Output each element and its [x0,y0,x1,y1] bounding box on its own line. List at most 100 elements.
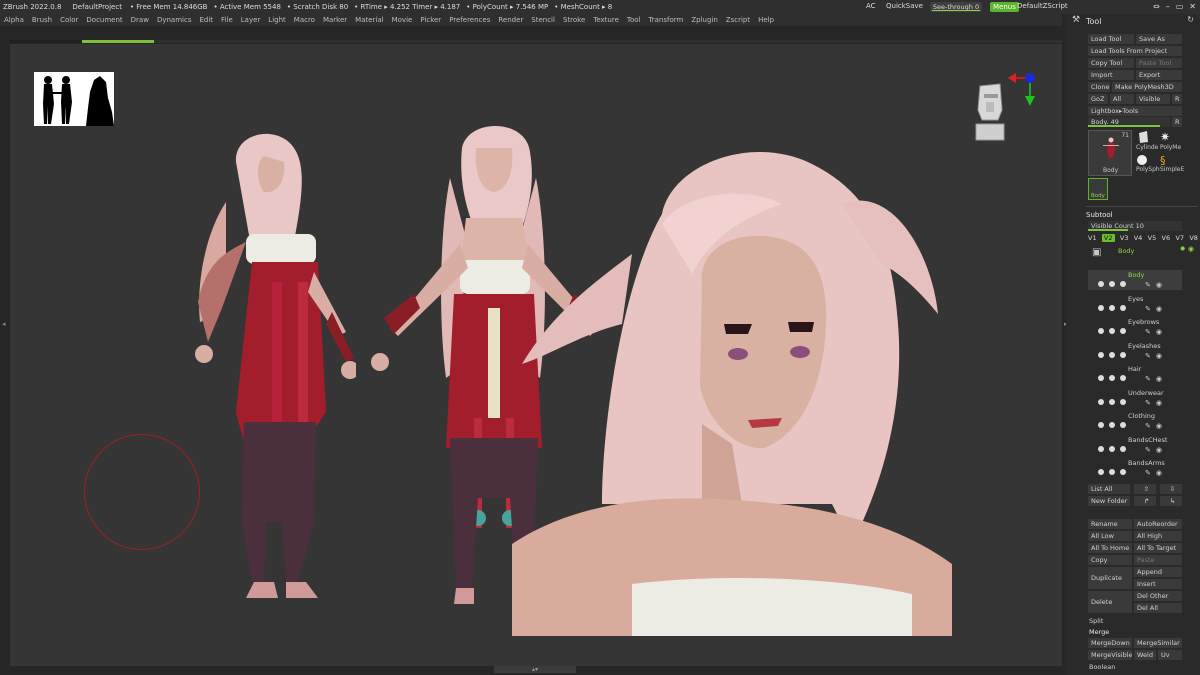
menus-button[interactable]: Menus [990,2,1019,12]
body-small-thumb[interactable]: Body [1088,178,1108,200]
menu-tool[interactable]: Tool [623,16,645,24]
polyframe-dot-icon[interactable] [1109,445,1115,452]
subtool-item-clothing[interactable]: Clothing ✎ ◉ [1088,411,1182,431]
cylinder-tool-thumb[interactable]: Cylinde [1136,130,1158,152]
insert-button[interactable]: Insert [1134,579,1182,589]
eye-icon[interactable]: ◉ [1156,305,1162,313]
see-through-slider[interactable]: See-through 0 [930,2,982,12]
visibility-dot-icon[interactable] [1098,281,1104,287]
auto-reorder-button[interactable]: AutoReorder [1134,519,1182,529]
vset-tab-v2[interactable]: V2 [1101,234,1115,242]
polyframe-dot-icon[interactable] [1109,304,1115,311]
move-folder-down-button[interactable]: ↳ [1160,496,1182,506]
export-button[interactable]: Export [1136,70,1182,80]
menu-dynamics[interactable]: Dynamics [153,16,196,24]
default-zscript-button[interactable]: DefaultZScript [1017,2,1068,10]
clone-button[interactable]: Clone [1088,82,1110,92]
close-icon[interactable]: ✕ [1189,2,1196,11]
menu-material[interactable]: Material [351,16,387,24]
eye-icon[interactable]: ◉ [1156,399,1162,407]
all-high-button[interactable]: All High [1134,531,1182,541]
subtool-item-hair[interactable]: Hair ✎ ◉ [1088,364,1182,384]
menu-preferences[interactable]: Preferences [445,16,494,24]
merge-visible-button[interactable]: MergeVisible [1088,650,1132,660]
menu-alpha[interactable]: Alpha [0,16,28,24]
menu-file[interactable]: File [217,16,237,24]
brush-icon[interactable]: ✎ [1145,305,1151,313]
menu-zscript[interactable]: Zscript [722,16,754,24]
visibility-dot-icon[interactable] [1098,304,1104,311]
all-to-target-button[interactable]: All To Target [1134,543,1182,553]
visibility-dot-icon[interactable] [1098,469,1104,475]
visibility-dot-icon[interactable] [1098,398,1104,405]
visibility-dot-icon[interactable] [1098,422,1104,428]
solo-dot-icon[interactable] [1120,445,1126,452]
brush-icon[interactable]: ✎ [1145,281,1151,289]
load-tools-from-project-button[interactable]: Load Tools From Project [1088,46,1182,56]
vset-tab-v5[interactable]: V5 [1148,234,1157,242]
bottom-tray-handle[interactable]: ▴▾ [494,666,576,673]
brush-icon[interactable]: ✎ [1145,328,1151,336]
save-as-button[interactable]: Save As [1136,34,1182,44]
del-other-button[interactable]: Del Other [1134,591,1182,601]
maximize-icon[interactable]: ▭ [1176,2,1184,11]
visibility-dot-icon[interactable] [1098,375,1104,381]
menu-help[interactable]: Help [754,16,778,24]
polysphere-tool-thumb[interactable]: PolySph [1136,154,1160,176]
new-folder-button[interactable]: New Folder [1088,496,1130,506]
move-up-button[interactable]: ⇧ [1134,484,1156,494]
list-all-button[interactable]: List All [1088,484,1130,494]
menu-edit[interactable]: Edit [195,16,217,24]
merge-similar-button[interactable]: MergeSimilar [1134,638,1182,648]
brush-icon[interactable]: ✎ [1145,375,1151,383]
canvas-viewport[interactable] [10,44,1062,666]
vset-tab-v1[interactable]: V1 [1088,234,1097,242]
vset-tab-v3[interactable]: V3 [1120,234,1129,242]
vset-tab-v6[interactable]: V6 [1162,234,1171,242]
subtool-item-bandsarms[interactable]: BandsArms ✎ ◉ [1088,458,1182,478]
menu-layer[interactable]: Layer [237,16,265,24]
menu-texture[interactable]: Texture [589,16,623,24]
append-button[interactable]: Append [1134,567,1182,577]
refresh-icon[interactable]: ↻ [1187,15,1194,24]
visibility-dot-icon[interactable] [1098,445,1104,452]
menu-color[interactable]: Color [56,16,82,24]
solo-dot-icon[interactable] [1120,422,1126,428]
menu-stroke[interactable]: Stroke [559,16,589,24]
menu-render[interactable]: Render [494,16,527,24]
vset-tab-v4[interactable]: V4 [1134,234,1143,242]
rename-button[interactable]: Rename [1088,519,1132,529]
tool-body-slider[interactable]: Body. 49 [1088,117,1170,127]
brush-icon[interactable]: ✎ [1145,352,1151,360]
left-tray-handle[interactable]: ◂ [2,320,6,328]
solo-dot-icon[interactable] [1120,281,1126,287]
eye-icon[interactable]: ◉ [1156,281,1162,289]
polyframe-dot-icon[interactable] [1109,375,1115,381]
subtool-item-eyes[interactable]: Eyes ✎ ◉ [1088,294,1182,314]
current-tool-thumbnail[interactable]: 71 Body [1088,130,1132,176]
menu-macro[interactable]: Macro [290,16,319,24]
doc-tab-2-active[interactable] [82,40,154,43]
copy-subtool-button[interactable]: Copy [1088,555,1132,565]
slider-r-button[interactable]: R [1172,117,1182,127]
brush-icon[interactable]: ✎ [1145,422,1151,430]
solo-dot-icon[interactable] [1120,375,1126,381]
lightbox-tools-button[interactable]: Lightbox▸Tools [1088,106,1182,116]
all-low-button[interactable]: All Low [1088,531,1132,541]
subtool-item-bandschest[interactable]: BandsCHest ✎ ◉ [1088,435,1182,455]
eye-icon[interactable]: ◉ [1156,375,1162,383]
brush-icon[interactable]: ✎ [1145,446,1151,454]
subtool-item-eyelashes[interactable]: Eyelashes ✎ ◉ [1088,341,1182,361]
goz-visible-button[interactable]: Visible [1136,94,1170,104]
boolean-section[interactable]: Boolean [1086,662,1182,672]
paste-tool-button[interactable]: Paste Tool [1136,58,1182,68]
polyframe-dot-icon[interactable] [1109,351,1115,358]
doc-tab-1[interactable] [10,40,82,43]
minimize-icon[interactable]: – [1166,2,1170,11]
menu-draw[interactable]: Draw [127,16,153,24]
load-tool-button[interactable]: Load Tool [1088,34,1134,44]
eye-icon[interactable]: ◉ [1156,422,1162,430]
menu-movie[interactable]: Movie [388,16,417,24]
menu-brush[interactable]: Brush [28,16,56,24]
solo-dot-icon[interactable] [1120,304,1126,311]
